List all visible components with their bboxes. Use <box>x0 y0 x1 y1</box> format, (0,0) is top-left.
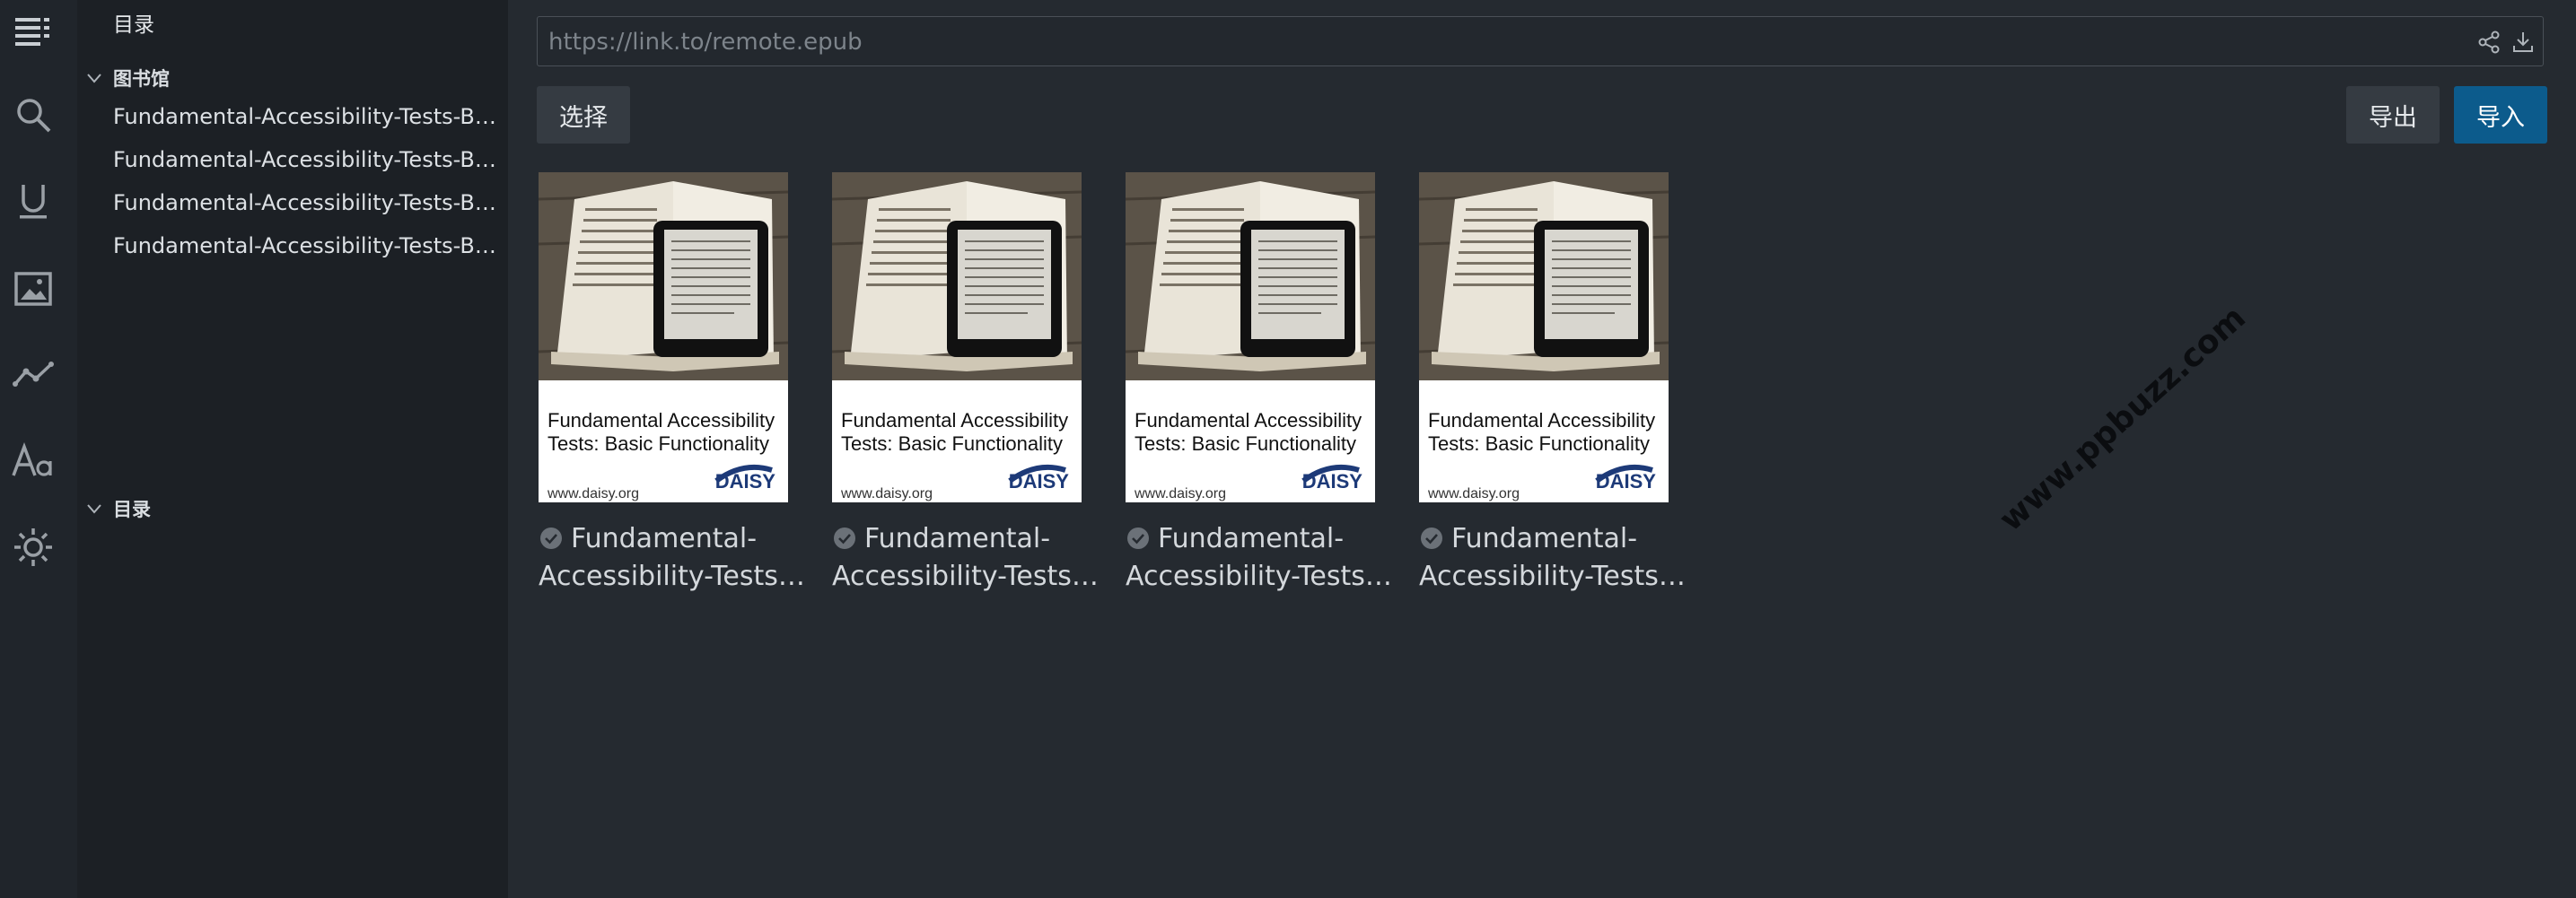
underline-icon[interactable] <box>12 179 55 222</box>
book-title-line2: Accessibility-Tests-Basic-Functionality <box>1126 561 1395 592</box>
book-cover[interactable]: Fundamental Accessibility Tests: Basic F… <box>539 172 788 502</box>
toc-section-label: 目录 <box>113 499 151 520</box>
chart-line-icon[interactable] <box>12 353 55 397</box>
book-title-line1: Fundamental- <box>864 523 1051 554</box>
daisy-logo: DAISY <box>1595 470 1656 493</box>
library-section-label: 图书馆 <box>113 68 170 90</box>
library-main: 选择 导出 导入 Fundamental Accessibility Tests… <box>508 0 2576 898</box>
chevron-down-icon <box>87 504 101 514</box>
book-title-line1: Fundamental- <box>571 523 758 554</box>
cover-title: Fundamental Accessibility Tests: Basic F… <box>1135 409 1362 455</box>
share-button[interactable] <box>2475 28 2503 57</box>
cover-url: www.daisy.org <box>841 486 933 501</box>
book-card[interactable]: Fundamental Accessibility Tests: Basic F… <box>832 172 1101 596</box>
cover-title: Fundamental Accessibility Tests: Basic F… <box>548 409 775 455</box>
sidebar: 目录 图书馆 Fundamental-Accessibility-Tests-B… <box>77 0 508 898</box>
book-card[interactable]: Fundamental Accessibility Tests: Basic F… <box>1419 172 1688 596</box>
library-item[interactable]: Fundamental-Accessibility-Tests-Basic-Fu… <box>113 233 499 258</box>
url-bar <box>537 16 2544 67</box>
book-card[interactable]: Fundamental Accessibility Tests: Basic F… <box>1126 172 1395 596</box>
book-title: Fundamental- Accessibility-Tests-Basic-F… <box>832 520 1101 596</box>
select-button[interactable]: 选择 <box>537 86 630 144</box>
book-cover-image <box>539 172 788 380</box>
book-title-line2: Accessibility-Tests-Basic-Functionality <box>1419 561 1688 592</box>
daisy-logo: DAISY <box>1008 470 1069 493</box>
check-circle-icon <box>834 527 855 549</box>
library-section-header[interactable]: 图书馆 <box>84 65 170 92</box>
check-circle-icon <box>1421 527 1442 549</box>
cover-url: www.daisy.org <box>1135 486 1226 501</box>
daisy-logo: DAISY <box>714 470 775 493</box>
import-button[interactable]: 导入 <box>2454 86 2547 144</box>
library-item[interactable]: Fundamental-Accessibility-Tests-Basic-Fu… <box>113 104 499 129</box>
search-icon[interactable] <box>12 93 55 136</box>
book-title: Fundamental- Accessibility-Tests-Basic-F… <box>539 520 808 596</box>
sidebar-title: 目录 <box>113 13 154 37</box>
library-item[interactable]: Fundamental-Accessibility-Tests-Basic-Fu… <box>113 190 499 215</box>
book-title: Fundamental- Accessibility-Tests-Basic-F… <box>1419 520 1688 596</box>
book-title-line2: Accessibility-Tests-Basic-Functionality <box>832 561 1101 592</box>
cover-title: Fundamental Accessibility Tests: Basic F… <box>1428 409 1656 455</box>
book-title-line1: Fundamental- <box>1451 523 1638 554</box>
toc-section-header[interactable]: 目录 <box>84 495 151 522</box>
book-cover-image <box>1126 172 1375 380</box>
book-cover-image <box>832 172 1082 380</box>
chevron-down-icon <box>87 74 101 83</box>
daisy-logo: DAISY <box>1301 470 1362 493</box>
cover-title: Fundamental Accessibility Tests: Basic F… <box>841 409 1069 455</box>
book-title: Fundamental- Accessibility-Tests-Basic-F… <box>1126 520 1395 596</box>
sun-icon[interactable] <box>12 526 55 569</box>
cover-url: www.daisy.org <box>548 486 639 501</box>
export-button[interactable]: 导出 <box>2346 86 2440 144</box>
image-icon[interactable] <box>12 267 55 310</box>
book-cover[interactable]: Fundamental Accessibility Tests: Basic F… <box>1126 172 1375 502</box>
check-circle-icon <box>1127 527 1149 549</box>
book-cover[interactable]: Fundamental Accessibility Tests: Basic F… <box>832 172 1082 502</box>
font-icon[interactable] <box>12 440 55 483</box>
activity-bar <box>0 0 77 898</box>
share-icon <box>2478 31 2500 54</box>
library-item[interactable]: Fundamental-Accessibility-Tests-Basic-Fu… <box>113 147 499 172</box>
book-card[interactable]: Fundamental Accessibility Tests: Basic F… <box>539 172 808 596</box>
menu-icon[interactable] <box>12 9 55 52</box>
download-icon <box>2513 32 2533 52</box>
book-cover[interactable]: Fundamental Accessibility Tests: Basic F… <box>1419 172 1669 502</box>
download-button[interactable] <box>2509 28 2537 57</box>
cover-url: www.daisy.org <box>1428 486 1520 501</box>
book-title-line2: Accessibility-Tests-Basic-Functionality <box>539 561 808 592</box>
book-cover-image <box>1419 172 1669 380</box>
url-input[interactable] <box>547 17 2435 67</box>
book-title-line1: Fundamental- <box>1158 523 1345 554</box>
check-circle-icon <box>540 527 562 549</box>
